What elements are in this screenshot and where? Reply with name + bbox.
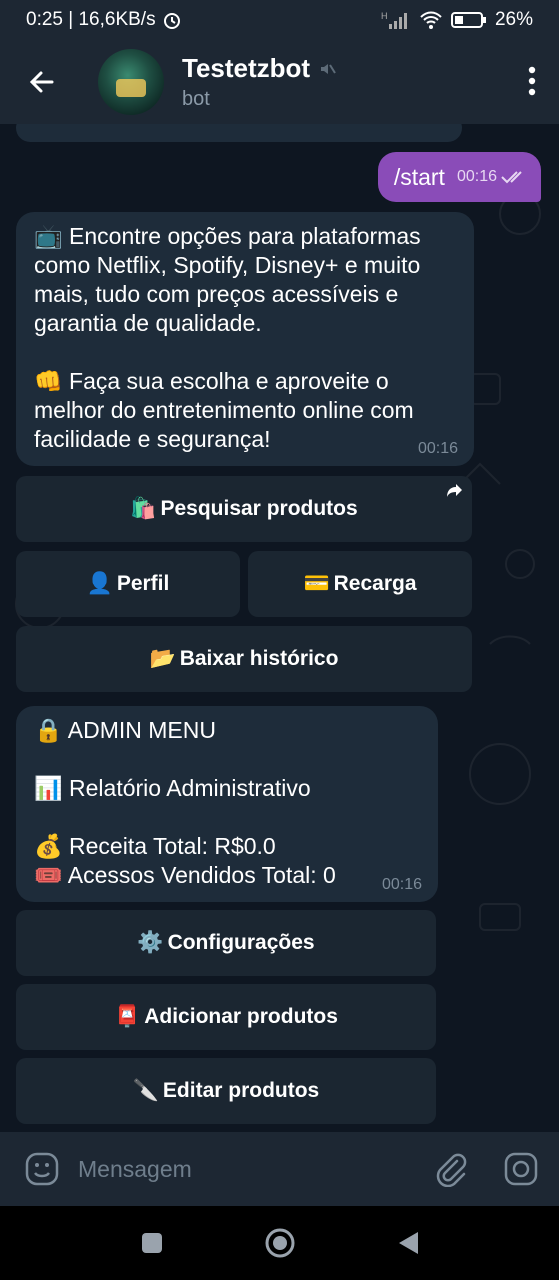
share-icon — [447, 484, 462, 497]
person-icon: 👤 — [86, 572, 113, 595]
battery-icon — [450, 12, 486, 28]
knife-icon: 🔪 — [132, 1079, 159, 1102]
square-icon — [141, 1233, 162, 1253]
welcome-message[interactable]: 📺 Encontre opções para plataformas como … — [16, 212, 474, 466]
chat-subtitle: bot — [182, 88, 210, 110]
svg-text:H: H — [381, 11, 388, 21]
postbox-icon: 📮 — [114, 1005, 141, 1028]
double-check-icon — [501, 171, 522, 184]
home-button[interactable] — [264, 1227, 296, 1259]
emoji-button[interactable] — [24, 1151, 60, 1187]
add-products-button[interactable]: 📮 Adicionar produtos — [16, 984, 436, 1050]
admin-time: 00:16 — [381, 876, 422, 893]
recharge-button[interactable]: 💳 Recarga — [248, 551, 472, 617]
outgoing-message[interactable]: /start 00:16 — [377, 152, 541, 202]
welcome-line-2: 👊 Faça sua escolha e aproveite o melhor … — [34, 368, 414, 452]
status-time-speed: 0:25 | 16,6KB/s — [26, 9, 156, 30]
add-products-label: Adicionar produtos — [144, 1005, 338, 1028]
outgoing-text: /start — [393, 163, 445, 190]
avatar[interactable] — [98, 49, 164, 115]
attach-button[interactable] — [433, 1151, 467, 1187]
welcome-time: 00:16 — [417, 440, 458, 457]
admin-menu-message[interactable]: 🔒 ADMIN MENU 📊 Relatório Administrativo … — [16, 706, 438, 902]
previous-message-stub — [16, 124, 462, 142]
profile-label: Perfil — [116, 572, 170, 595]
triangle-back-icon — [398, 1232, 418, 1254]
settings-button[interactable]: ⚙️ Configurações — [16, 910, 436, 976]
back-button[interactable] — [0, 40, 84, 124]
camera-icon — [504, 1152, 538, 1186]
admin-revenue: 💰 Receita Total: R$0.0 — [34, 833, 276, 859]
back-arrow-icon — [29, 71, 54, 93]
paperclip-icon — [436, 1153, 467, 1187]
home-circle-icon — [265, 1228, 294, 1258]
recharge-label: Recarga — [333, 572, 417, 595]
chat-title-box[interactable]: Testetzbot bot — [182, 53, 336, 111]
edit-products-label: Editar produtos — [162, 1079, 320, 1102]
message-input[interactable]: Mensagem — [78, 1156, 433, 1183]
search-products-label: Pesquisar produtos — [160, 497, 358, 520]
camera-button[interactable] — [503, 1151, 539, 1187]
mute-icon — [321, 63, 336, 74]
wifi-icon — [420, 11, 442, 29]
system-nav-bar — [0, 1206, 559, 1280]
back-nav-button[interactable] — [396, 1230, 420, 1256]
download-history-label: Baixar histórico — [179, 647, 339, 670]
emoji-icon — [25, 1152, 59, 1186]
chat-title: Testetzbot — [182, 53, 311, 83]
folder-icon: 📂 — [149, 647, 176, 670]
battery-level: 26% — [494, 9, 533, 30]
admin-title: 🔒 ADMIN MENU — [34, 717, 216, 743]
profile-button[interactable]: 👤 Perfil — [16, 551, 240, 617]
search-products-button[interactable]: 🛍️ Pesquisar produtos — [16, 476, 472, 542]
more-button[interactable] — [527, 66, 537, 101]
welcome-line-1: 📺 Encontre opções para plataformas como … — [34, 223, 421, 336]
credit-card-icon: 💳 — [303, 572, 330, 595]
settings-label: Configurações — [167, 931, 315, 954]
download-history-button[interactable]: 📂 Baixar histórico — [16, 626, 472, 692]
more-vert-icon — [528, 66, 536, 96]
status-bar: 0:25 | 16,6KB/s H 26% — [0, 0, 559, 40]
chat-area[interactable]: /start 00:16 📺 Encontre opções para plat… — [0, 124, 559, 1132]
recents-button[interactable] — [140, 1231, 164, 1255]
gear-icon: ⚙️ — [137, 931, 164, 954]
edit-products-button[interactable]: 🔪 Editar produtos — [16, 1058, 436, 1124]
chat-header: Testetzbot bot — [0, 40, 559, 124]
alarm-icon — [163, 13, 180, 29]
shopping-bags-icon: 🛍️ — [130, 497, 157, 520]
admin-report: 📊 Relatório Administrativo — [34, 775, 311, 801]
message-composer: Mensagem — [0, 1132, 559, 1206]
signal-icon: H — [381, 11, 407, 29]
outgoing-time: 00:16 — [456, 168, 497, 185]
admin-sold: 🎟️ Acessos Vendidos Total: 0 — [34, 862, 336, 888]
